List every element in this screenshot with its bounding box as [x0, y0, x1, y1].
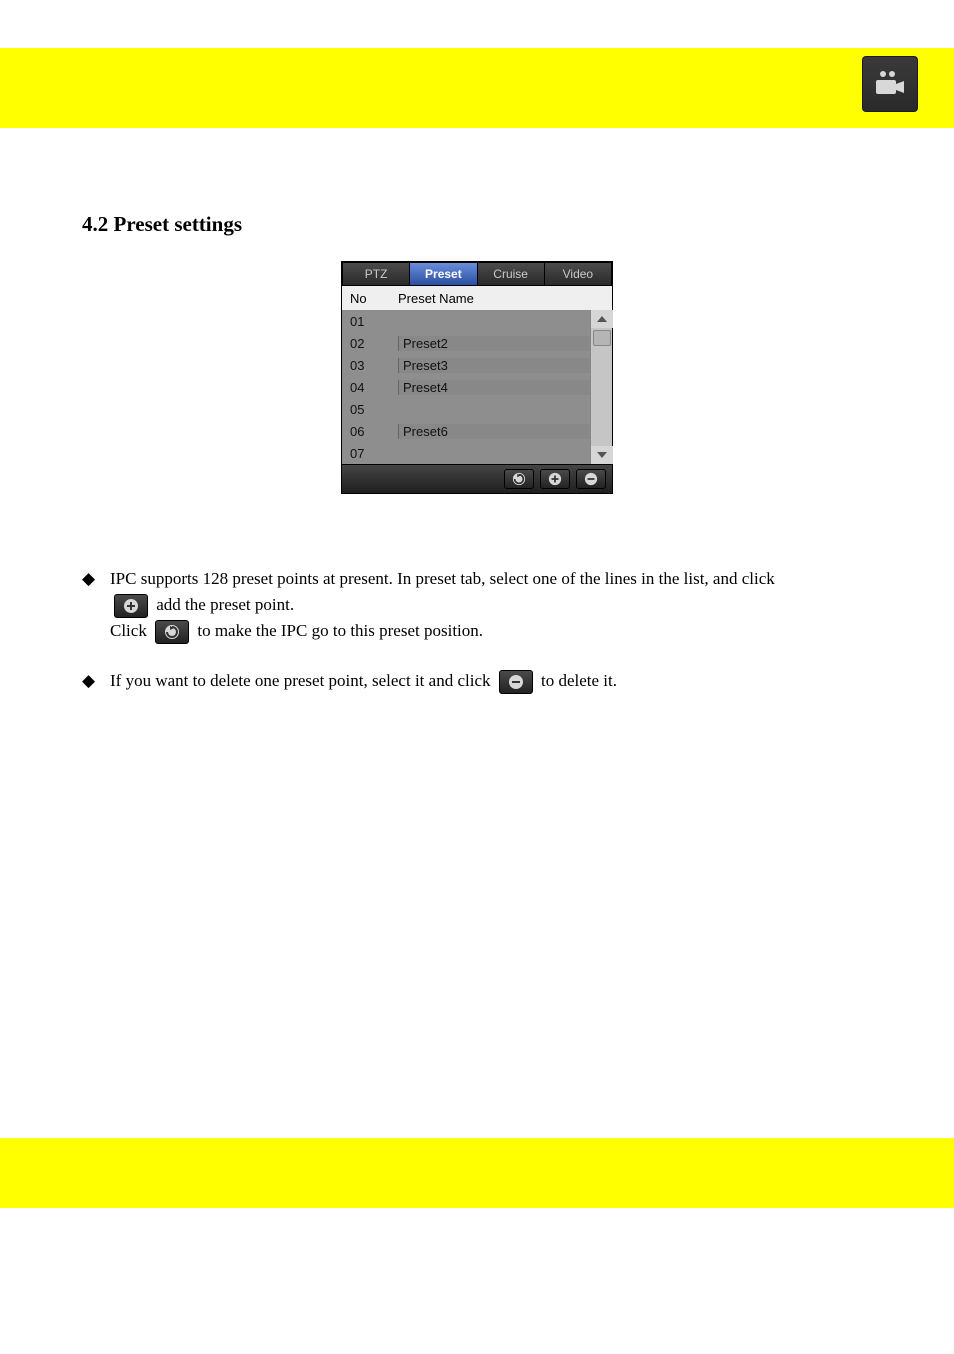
- add-preset-button-inline[interactable]: [114, 594, 148, 618]
- add-preset-button[interactable]: [540, 469, 570, 489]
- tab-preset[interactable]: Preset: [410, 263, 477, 285]
- rows-wrap: 01 02 Preset2 03 Preset3: [342, 310, 590, 464]
- cell-no: 07: [342, 446, 398, 461]
- instruction-text: to make the IPC go to this preset positi…: [197, 621, 483, 640]
- instruction-text: add the preset point.: [156, 595, 294, 614]
- list-item: ◆ IPC supports 128 preset points at pres…: [82, 566, 872, 644]
- section-title: 4.2 Preset settings: [82, 212, 872, 237]
- chevron-up-icon: [597, 316, 607, 322]
- preset-panel-wrap: PTZ Preset Cruise Video No Preset Name: [82, 261, 872, 494]
- minus-icon: [584, 472, 598, 486]
- table-row[interactable]: 05: [342, 398, 590, 420]
- delete-preset-button-inline[interactable]: [499, 670, 533, 694]
- table-row[interactable]: 07: [342, 442, 590, 464]
- top-banner: [0, 48, 954, 128]
- page-root: 4.2 Preset settings PTZ Preset Cruise Vi…: [0, 48, 954, 1208]
- camera-glyph: [873, 70, 907, 98]
- cell-name: Preset2: [398, 336, 590, 351]
- cell-no: 04: [342, 380, 398, 395]
- goto-icon: [164, 624, 180, 640]
- cell-no: 03: [342, 358, 398, 373]
- scrollbar[interactable]: [590, 310, 612, 464]
- goto-preset-button-inline[interactable]: [155, 620, 189, 644]
- bullet-icon: ◆: [82, 566, 110, 592]
- instruction-text: to delete it.: [541, 671, 617, 690]
- tab-video[interactable]: Video: [545, 263, 611, 285]
- chevron-down-icon: [597, 452, 607, 458]
- cell-no: 06: [342, 424, 398, 439]
- content-area: 4.2 Preset settings PTZ Preset Cruise Vi…: [0, 212, 954, 694]
- bullet-icon: ◆: [82, 668, 110, 694]
- scroll-thumb[interactable]: [593, 330, 611, 346]
- goto-icon: [512, 472, 526, 486]
- scroll-up-button[interactable]: [591, 310, 613, 328]
- cell-no: 05: [342, 402, 398, 417]
- delete-preset-button[interactable]: [576, 469, 606, 489]
- instruction-text: Click: [110, 621, 151, 640]
- cell-name: Preset6: [398, 424, 590, 439]
- plus-icon: [548, 472, 562, 486]
- cell-no: 02: [342, 336, 398, 351]
- table-row[interactable]: 01: [342, 310, 590, 332]
- panel-footer: [342, 464, 612, 493]
- header-no: No: [342, 291, 398, 306]
- cell-no: 01: [342, 314, 398, 329]
- preset-panel: PTZ Preset Cruise Video No Preset Name: [341, 261, 613, 494]
- preset-table: No Preset Name 01 02 Preset2: [342, 286, 612, 464]
- cell-name: Preset4: [398, 380, 590, 395]
- tabs: PTZ Preset Cruise Video: [342, 262, 612, 286]
- cell-name: Preset3: [398, 358, 590, 373]
- scroll-down-button[interactable]: [591, 446, 613, 464]
- table-row[interactable]: 02 Preset2: [342, 332, 590, 354]
- tab-ptz[interactable]: PTZ: [343, 263, 410, 285]
- instruction-list: ◆ IPC supports 128 preset points at pres…: [82, 566, 872, 694]
- minus-icon: [508, 674, 524, 690]
- header-name: Preset Name: [398, 291, 590, 306]
- bottom-banner: [0, 1138, 954, 1208]
- plus-icon: [123, 598, 139, 614]
- table-row[interactable]: 04 Preset4: [342, 376, 590, 398]
- goto-preset-button[interactable]: [504, 469, 534, 489]
- table-row[interactable]: 06 Preset6: [342, 420, 590, 442]
- tab-cruise[interactable]: Cruise: [478, 263, 545, 285]
- instruction-text: If you want to delete one preset point, …: [110, 671, 495, 690]
- instruction-text: IPC supports 128 preset points at presen…: [110, 569, 775, 588]
- table-header: No Preset Name: [342, 286, 612, 310]
- list-item: ◆ If you want to delete one preset point…: [82, 668, 872, 694]
- camera-icon: [862, 56, 918, 112]
- spacer: [0, 718, 954, 1138]
- table-row[interactable]: 03 Preset3: [342, 354, 590, 376]
